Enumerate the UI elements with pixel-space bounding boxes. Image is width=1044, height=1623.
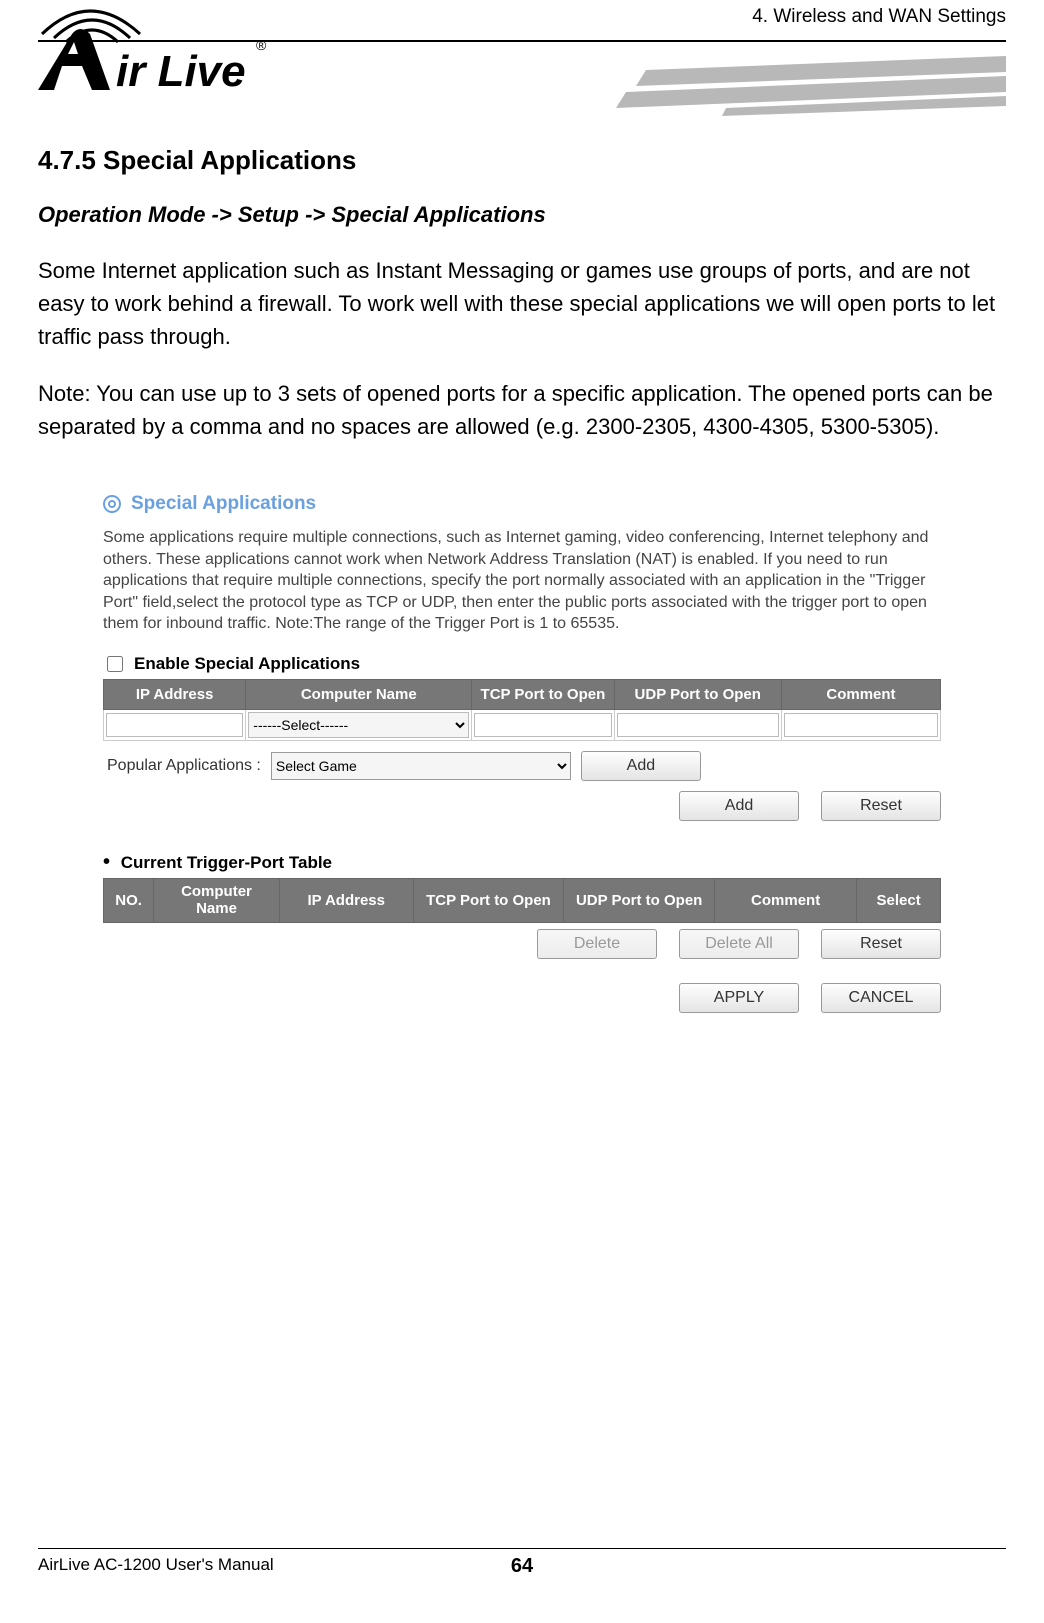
th-tselect: Select xyxy=(857,879,941,923)
trigger-reset-button[interactable]: Reset xyxy=(821,929,941,959)
th-computer: Computer Name xyxy=(246,679,472,709)
th-comment: Comment xyxy=(781,679,940,709)
svg-text:®: ® xyxy=(256,37,267,53)
trigger-button-row: Delete Delete All Reset xyxy=(103,929,941,959)
section-paragraph: Some Internet application such as Instan… xyxy=(38,254,1006,353)
panel-description: Some applications require multiple conne… xyxy=(103,527,941,635)
add-reset-row: Add Reset xyxy=(103,791,941,821)
add-button[interactable]: Add xyxy=(679,791,799,821)
th-tcomment: Comment xyxy=(714,879,856,923)
target-icon xyxy=(103,495,121,513)
delete-all-button[interactable]: Delete All xyxy=(679,929,799,959)
th-tudp: UDP Port to Open xyxy=(564,879,715,923)
page-header: 4. Wireless and WAN Settings ir Live ® xyxy=(38,0,1006,110)
th-ttcp: TCP Port to Open xyxy=(413,879,564,923)
th-tcomputer: Computer Name xyxy=(154,879,280,923)
footer-spacer xyxy=(1001,1555,1006,1575)
section-note: Note: You can use up to 3 sets of opened… xyxy=(38,377,1006,443)
popular-label: Popular Applications : xyxy=(107,757,261,775)
svg-text:ir Live: ir Live xyxy=(116,47,246,96)
panel-title: Special Applications xyxy=(131,493,316,515)
header-swoosh-decoration xyxy=(576,56,1006,106)
trigger-title: Current Trigger-Port Table xyxy=(121,853,332,872)
th-tcp: TCP Port to Open xyxy=(472,679,614,709)
popular-add-button[interactable]: Add xyxy=(581,751,701,781)
special-apps-table: IP Address Computer Name TCP Port to Ope… xyxy=(103,679,941,741)
delete-button[interactable]: Delete xyxy=(537,929,657,959)
airlive-logo: ir Live ® xyxy=(20,0,270,104)
th-udp: UDP Port to Open xyxy=(614,679,781,709)
ui-screenshot-panel: Special Applications Some applications r… xyxy=(103,493,941,1013)
cancel-button[interactable]: CANCEL xyxy=(821,983,941,1013)
trigger-table-heading: • Current Trigger-Port Table xyxy=(103,851,941,874)
apply-button[interactable]: APPLY xyxy=(679,983,799,1013)
ip-input[interactable] xyxy=(106,713,243,737)
page-footer: AirLive AC-1200 User's Manual 64 xyxy=(38,1548,1006,1575)
trigger-table: NO. Computer Name IP Address TCP Port to… xyxy=(103,878,941,923)
apply-cancel-row: APPLY CANCEL xyxy=(103,983,941,1013)
enable-label: Enable Special Applications xyxy=(134,654,360,674)
tcp-input[interactable] xyxy=(474,713,611,737)
bullet-icon: • xyxy=(103,851,110,873)
th-ip: IP Address xyxy=(104,679,246,709)
enable-checkbox-row: Enable Special Applications xyxy=(103,653,941,675)
page-number: 64 xyxy=(511,1555,533,1578)
th-tip: IP Address xyxy=(279,879,413,923)
section-heading: 4.7.5 Special Applications xyxy=(38,145,1006,176)
page-content: 4.7.5 Special Applications Operation Mod… xyxy=(38,110,1006,1013)
comment-input[interactable] xyxy=(784,713,938,737)
computer-select[interactable]: ------Select------ xyxy=(248,712,469,738)
footer-manual: AirLive AC-1200 User's Manual xyxy=(38,1555,274,1575)
popular-select[interactable]: Select Game xyxy=(271,752,571,780)
table-row: ------Select------ xyxy=(104,710,941,741)
popular-apps-row: Popular Applications : Select Game Add xyxy=(103,751,941,781)
th-no: NO. xyxy=(104,879,154,923)
enable-checkbox[interactable] xyxy=(107,656,123,672)
chapter-title: 4. Wireless and WAN Settings xyxy=(752,6,1006,28)
reset-button[interactable]: Reset xyxy=(821,791,941,821)
udp-input[interactable] xyxy=(617,713,779,737)
panel-title-row: Special Applications xyxy=(103,493,941,515)
navigation-path: Operation Mode -> Setup -> Special Appli… xyxy=(38,202,1006,228)
